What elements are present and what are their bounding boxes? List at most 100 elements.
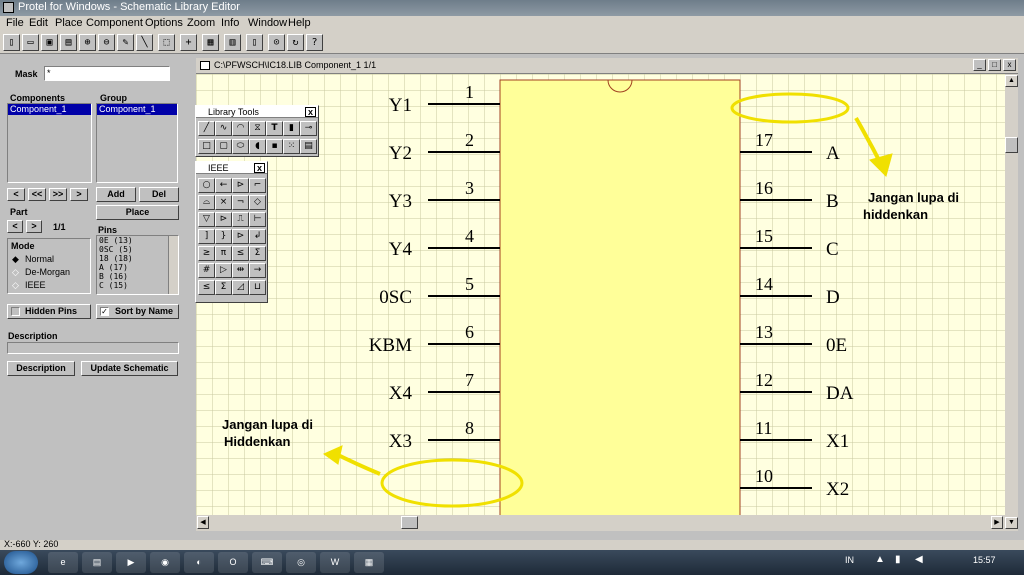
ieee-gte-icon[interactable]: ≥ <box>198 246 215 261</box>
ieee-close-button[interactable]: x <box>254 163 265 173</box>
internet-explorer-icon[interactable]: e <box>48 552 78 573</box>
hidden-pins-checkbox[interactable] <box>11 307 20 316</box>
del-button[interactable]: Del <box>139 187 179 202</box>
sort-by-name-toggle[interactable]: ✓ Sort by Name <box>96 304 179 319</box>
zoom-in-icon[interactable]: ⊕ <box>79 34 96 51</box>
bezier-tool-icon[interactable]: ∿ <box>215 121 232 136</box>
mode-demorgan[interactable]: De-Morgan <box>25 267 70 277</box>
firefox-icon[interactable]: ◐ <box>184 552 214 573</box>
menu-zoom[interactable]: Zoom <box>187 17 215 29</box>
maximize-button[interactable]: □ <box>988 59 1001 71</box>
menu-place[interactable]: Place <box>55 17 83 29</box>
image-tool-icon[interactable]: ▪ <box>266 139 283 154</box>
tool-icon[interactable]: ✎ <box>117 34 134 51</box>
file-explorer-icon[interactable]: ▤ <box>82 552 112 573</box>
components-list[interactable]: Component_1 <box>7 103 92 183</box>
mode-normal[interactable]: Normal <box>25 254 54 264</box>
polygon-tool-icon[interactable]: ⧖ <box>249 121 266 136</box>
ieee-left-flow-icon[interactable]: ← <box>215 178 232 193</box>
network-icon[interactable]: ▮ <box>895 554 901 565</box>
hidden-pins-toggle[interactable]: Hidden Pins <box>7 304 91 319</box>
ieee-bidirectional-icon[interactable]: ⇹ <box>232 263 249 278</box>
start-button-icon[interactable] <box>4 551 38 574</box>
add-button[interactable]: Add <box>96 187 136 202</box>
menu-window[interactable]: Window <box>248 17 287 29</box>
ieee-open-emitter-icon[interactable]: ⊳ <box>232 229 249 244</box>
list-item[interactable]: Component_1 <box>97 104 177 115</box>
radio-normal-icon[interactable]: ◆ <box>12 254 19 265</box>
ellipse-tool-icon[interactable]: ⬭ <box>232 139 249 154</box>
array-tool-icon[interactable]: ⁙ <box>283 139 300 154</box>
description-button[interactable]: Description <box>7 361 75 376</box>
arc-tool-icon[interactable]: ◠ <box>232 121 249 136</box>
pins-scrollbar[interactable] <box>168 236 178 294</box>
ieee-hash-icon[interactable]: # <box>198 263 215 278</box>
volume-icon[interactable]: ◀ <box>915 554 923 565</box>
place-part-icon[interactable]: ▦ <box>202 34 219 51</box>
ieee-dot-icon[interactable]: ○ <box>198 178 215 193</box>
ieee-pi-icon[interactable]: π <box>215 246 232 261</box>
scroll-up-icon[interactable]: ▲ <box>1005 75 1018 87</box>
vertical-scroll-thumb[interactable] <box>1005 137 1018 153</box>
help-icon[interactable]: ? <box>306 34 323 51</box>
ieee-not-logic-icon[interactable]: × <box>215 195 232 210</box>
print-icon[interactable]: ▤ <box>60 34 77 51</box>
radio-ieee-icon[interactable]: ◇ <box>12 280 19 291</box>
ieee-shift-icon[interactable]: ↲ <box>249 229 266 244</box>
pie-tool-icon[interactable]: ◖ <box>249 139 266 154</box>
app-task-icon[interactable]: ◎ <box>286 552 316 573</box>
rectangle-tool-icon[interactable]: □ <box>198 139 215 154</box>
library-icon[interactable]: ▥ <box>224 34 241 51</box>
mask-input[interactable]: * <box>44 66 170 81</box>
multipart-tool-icon[interactable]: ▤ <box>300 139 317 154</box>
ieee-sigma-icon[interactable]: Σ <box>249 246 266 261</box>
scroll-down-icon[interactable]: ▼ <box>1005 517 1018 529</box>
menu-info[interactable]: Info <box>221 17 239 29</box>
word-icon[interactable]: W <box>320 552 350 573</box>
last-component-button[interactable]: > <box>70 188 88 201</box>
place-button[interactable]: Place <box>96 205 179 220</box>
scroll-left-icon[interactable]: ◀ <box>197 516 209 529</box>
check-icon[interactable]: ✓ <box>100 307 109 316</box>
horizontal-scroll-thumb[interactable] <box>401 516 418 529</box>
keyboard-icon[interactable]: ⌨ <box>252 552 282 573</box>
part-next-button[interactable]: > <box>26 220 42 233</box>
first-component-button[interactable]: < <box>7 188 25 201</box>
next-component-button[interactable]: >> <box>49 188 67 201</box>
line-tool-icon[interactable]: ╱ <box>198 121 215 136</box>
list-item[interactable]: 0SC (5) <box>97 245 178 254</box>
update-schematic-button[interactable]: Update Schematic <box>81 361 178 376</box>
line-icon[interactable]: ╲ <box>136 34 153 51</box>
ieee-bracket-icon[interactable]: ] <box>198 229 215 244</box>
prev-component-button[interactable]: << <box>28 188 46 201</box>
rounded-rect-tool-icon[interactable]: ▢ <box>215 139 232 154</box>
ieee-invertor-icon[interactable]: ◇ <box>249 195 266 210</box>
menu-file[interactable]: File <box>6 17 24 29</box>
save-icon[interactable]: ▣ <box>41 34 58 51</box>
ieee-lte2-icon[interactable]: ≤ <box>198 280 215 295</box>
ieee-pulse-icon[interactable]: ⎍ <box>232 212 249 227</box>
zoom-out-icon[interactable]: ⊖ <box>98 34 115 51</box>
menu-component[interactable]: Component <box>86 17 143 29</box>
ieee-analog-icon[interactable]: ⌓ <box>198 195 215 210</box>
text-tool-icon[interactable]: T <box>266 121 283 136</box>
ieee-bracket2-icon[interactable]: } <box>215 229 232 244</box>
close-button[interactable]: x <box>1003 59 1016 71</box>
list-item[interactable]: B (16) <box>97 272 178 281</box>
list-item[interactable]: A (17) <box>97 263 178 272</box>
ieee-right-flow-icon[interactable]: → <box>249 263 266 278</box>
media-player-icon[interactable]: ▶ <box>116 552 146 573</box>
list-item[interactable]: 0E (13) <box>97 236 178 245</box>
list-item[interactable]: Component_1 <box>8 104 91 115</box>
minimize-button[interactable]: _ <box>973 59 986 71</box>
open-icon[interactable]: ▭ <box>22 34 39 51</box>
menu-help[interactable]: Help <box>288 17 311 29</box>
list-item[interactable]: 18 (18) <box>97 254 178 263</box>
list-item[interactable]: C (15) <box>97 281 178 290</box>
select-icon[interactable]: ⬚ <box>158 34 175 51</box>
protel-task-icon[interactable]: ▦ <box>354 552 384 573</box>
ieee-postponed-icon[interactable]: ▽ <box>198 212 215 227</box>
ieee-clock-icon[interactable]: ⊳ <box>232 178 249 193</box>
menu-edit[interactable]: Edit <box>29 17 48 29</box>
radio-demorgan-icon[interactable]: ◇ <box>12 267 19 278</box>
